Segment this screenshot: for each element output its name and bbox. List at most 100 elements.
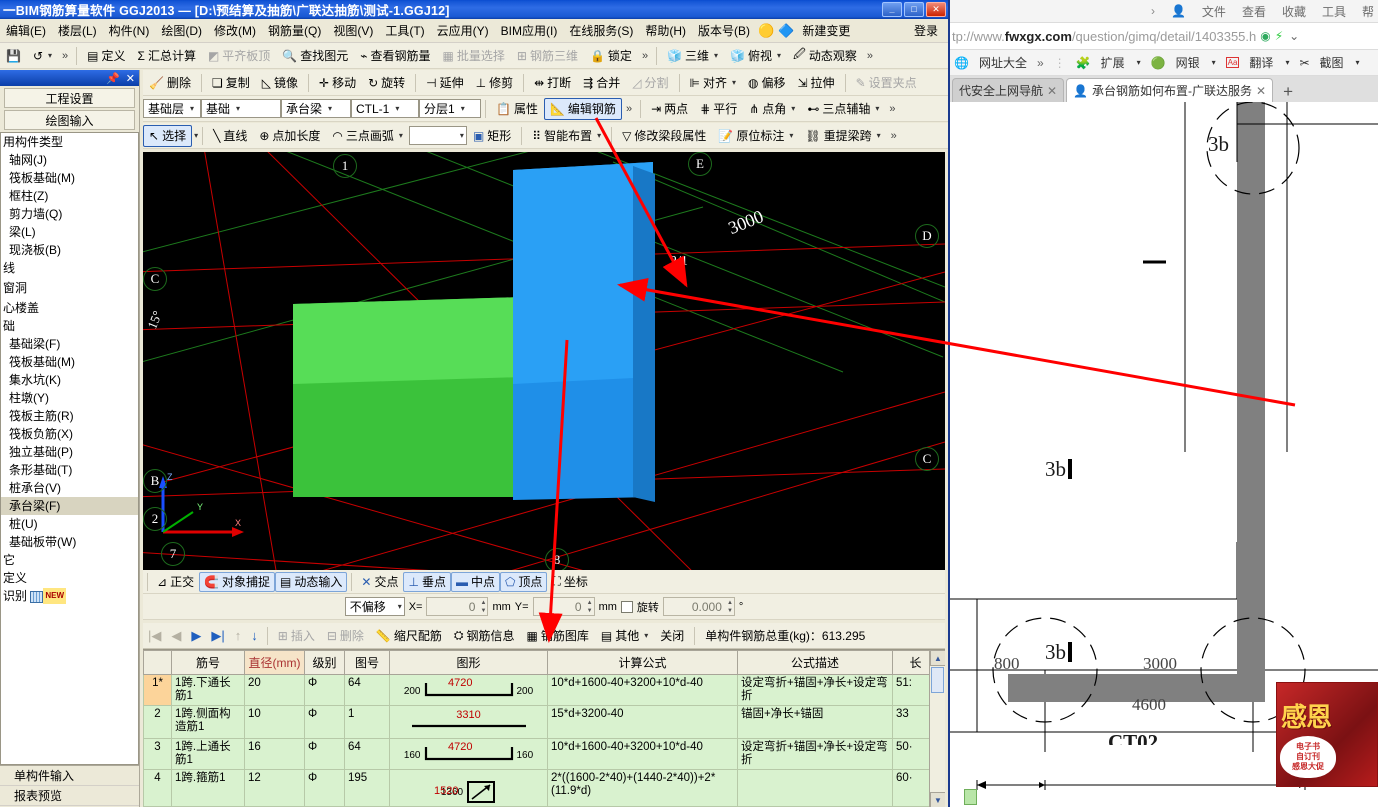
menu-item-rebar-quantity[interactable]: 钢筋量(Q)	[262, 19, 327, 42]
tree-node-water-sump[interactable]: 集水坑(K)	[1, 371, 138, 389]
new-tab-button[interactable]: +	[1275, 82, 1301, 102]
cell-grade[interactable]: Φ	[304, 769, 345, 807]
split-button[interactable]: ◿ 分割	[626, 72, 674, 94]
rotate-button[interactable]: ↻ 旋转	[362, 72, 411, 94]
point-length-button[interactable]: ⊕ 点加长度	[253, 125, 326, 147]
line-tool-button[interactable]: ╲ 直线	[207, 125, 253, 147]
cell-drawing-no[interactable]: 64	[344, 738, 390, 770]
toolbar-overflow-4[interactable]: »	[622, 103, 636, 115]
cell-drawing-no[interactable]: 64	[344, 674, 390, 706]
stretch-button[interactable]: ⇲ 拉伸	[791, 72, 840, 94]
rotate-checkbox[interactable]	[620, 600, 633, 613]
toolbar-overflow-2[interactable]: »	[638, 50, 652, 62]
table-vertical-scrollbar[interactable]: ▲ ▼	[929, 650, 945, 807]
browser-menu-tools[interactable]: 工具	[1322, 3, 1346, 20]
three-point-axis-button[interactable]: ⊷ 三点辅轴 ▾	[801, 98, 885, 120]
ad-banner[interactable]: 感恩 电子书 自订刊 感恩大促	[1276, 682, 1378, 787]
break-button[interactable]: ⇹ 打断	[528, 72, 577, 94]
define-button[interactable]: ▤ 定义	[81, 45, 131, 67]
snap-coordinate-button[interactable]: ⛶ 坐标	[547, 572, 592, 592]
component-tree[interactable]: 用构件类型 轴网(J) 筏板基础(M) 框柱(Z) 剪力墙(Q) 梁(L) 现浇…	[0, 132, 139, 765]
tree-node[interactable]: 用构件类型	[1, 133, 138, 151]
table-row[interactable]: 2 1跨.侧面构造筋1 10 Φ 1 3310 15*d+3200-40 锚固+…	[143, 705, 939, 739]
re-extract-span-button[interactable]: ⛓ 重提梁跨 ▾	[799, 125, 886, 147]
header-grade[interactable]: 级别	[304, 650, 345, 675]
rebar-library-button[interactable]: ▦ 钢筋图库	[521, 625, 595, 647]
cell-drawing-no[interactable]: 1	[344, 705, 390, 739]
x-offset-input[interactable]: 0 ▲ ▼	[426, 597, 489, 616]
tree-node-raft-main-rebar[interactable]: 筏板主筋(R)	[1, 407, 138, 425]
cell-drawing-no[interactable]: 195	[344, 769, 390, 807]
tree-node-axis-grid[interactable]: 轴网(J)	[1, 151, 138, 169]
tab-close-icon[interactable]: ✕	[1047, 84, 1057, 98]
two-point-button[interactable]: ⇥ 两点	[645, 98, 694, 120]
fav-nav-site[interactable]: 网址大全	[979, 54, 1027, 71]
dock-tab-project-settings[interactable]: 工程设置	[4, 88, 135, 108]
minimize-button[interactable]: _	[882, 2, 902, 17]
nav-last-button[interactable]: ▶|	[206, 628, 229, 644]
top-view-button[interactable]: 🧊 俯视 ▾	[724, 45, 787, 67]
browser-menu-view[interactable]: 查看	[1242, 3, 1266, 20]
table-row[interactable]: 1* 1跨.下通长筋1 20 Φ 64 200 200 4720 10*d+16…	[143, 674, 939, 706]
tree-node-raft-foundation-2[interactable]: 筏板基础(M)	[1, 353, 138, 371]
snap-intersection-button[interactable]: ✕ 交点	[356, 572, 403, 592]
menu-item-cloud[interactable]: 云应用(Y)	[431, 19, 495, 42]
header-rebar-no[interactable]: 筋号	[171, 650, 245, 675]
page-footer-chip[interactable]	[964, 789, 978, 805]
snap-ortho-button[interactable]: ⊿ 正交	[152, 572, 199, 592]
move-button[interactable]: ✛ 移动	[313, 72, 362, 94]
cell-rebar-name[interactable]: 1跨.箍筋1	[171, 769, 245, 807]
lock-button[interactable]: 🔒 锁定	[584, 45, 638, 67]
undo-button[interactable]: ↺ ▾	[27, 45, 58, 67]
mirror-button[interactable]: ◺ 镜像	[256, 72, 304, 94]
nav-prev-button[interactable]: ◀	[166, 628, 186, 644]
rectangle-tool-button[interactable]: ▣ 矩形	[467, 125, 517, 147]
toolbar-overflow-1[interactable]: »	[58, 50, 72, 62]
edit-rebar-button[interactable]: 📐 编辑钢筋	[543, 97, 622, 120]
cell-rebar-name[interactable]: 1跨.上通长筋1	[171, 738, 245, 770]
toolbar-overflow-3[interactable]: »	[863, 50, 877, 62]
cell-formula[interactable]: 2*((1600-2*40)+(1440-2*40))+2*(11.9*d)	[547, 769, 738, 807]
menu-item-help[interactable]: 帮助(H)	[639, 19, 692, 42]
tree-node-foundation-band[interactable]: 基础板带(W)	[1, 533, 138, 551]
back-chevron-icon[interactable]: ›	[1151, 4, 1155, 18]
table-row[interactable]: 4 1跨.箍筋1 12 Φ 195 1360 1520 2*((1600-2*4…	[143, 769, 939, 807]
toolbar-translate-button[interactable]: 翻译	[1249, 54, 1273, 71]
dock-close-icon[interactable]: ✕	[126, 72, 135, 85]
toolbar-screenshot-button[interactable]: 截图	[1320, 54, 1344, 71]
toolbar-extension-button[interactable]: 扩展	[1101, 54, 1125, 71]
snap-midpoint-button[interactable]: ▬ 中点	[450, 571, 500, 592]
copy-button[interactable]: ❏ 复制	[206, 72, 256, 94]
align-slab-top-button[interactable]: ◩ 平齐板顶	[202, 45, 276, 67]
tree-node-recognize[interactable]: 识别 NEW	[1, 587, 138, 605]
tree-node-cast-slab[interactable]: 现浇板(B)	[1, 241, 138, 259]
menu-item-component[interactable]: 构件(N)	[103, 19, 156, 42]
maximize-button[interactable]: □	[904, 2, 924, 17]
cell-description[interactable]: 设定弯折+锚固+净长+设定弯折	[737, 738, 893, 770]
layer-select[interactable]: 分层1 ▾	[419, 99, 481, 118]
browser-address-bar[interactable]: tp://www. fwxgx.com/question/gimq/detail/…	[950, 22, 1378, 50]
tree-node-isolated-foundation[interactable]: 独立基础(P)	[1, 443, 138, 461]
cell-grade[interactable]: Φ	[304, 705, 345, 739]
cell-rebar-name[interactable]: 1跨.下通长筋1	[171, 674, 245, 706]
delete-row-button[interactable]: ⊟ 删除	[321, 625, 370, 647]
cell-grade[interactable]: Φ	[304, 738, 345, 770]
header-description[interactable]: 公式描述	[737, 650, 893, 675]
shield-icon[interactable]: ◉	[1260, 29, 1270, 43]
browser-menu-file[interactable]: 文件	[1202, 3, 1226, 20]
cell-formula[interactable]: 10*d+1600-40+3200+10*d-40	[547, 738, 738, 770]
dock-tab-single-component-input[interactable]: 单构件输入	[0, 766, 139, 786]
dock-tab-drawing-input[interactable]: 绘图输入	[4, 110, 135, 130]
properties-button[interactable]: 📋 属性	[490, 98, 544, 120]
delete-button[interactable]: 🧹 删除	[143, 72, 197, 94]
y-offset-input[interactable]: 0 ▲ ▼	[532, 597, 595, 616]
arc-option-select[interactable]: ▾	[408, 126, 467, 145]
floor-select[interactable]: 基础层 ▾	[143, 99, 201, 118]
nav-first-button[interactable]: |◀	[143, 628, 166, 644]
nav-down-button[interactable]: ↓	[246, 628, 263, 643]
tree-node-pile-cap-beam[interactable]: 承台梁(F)	[1, 497, 138, 515]
menu-item-floor[interactable]: 楼层(L)	[52, 19, 103, 42]
select-tool-button[interactable]: ↖ 选择	[143, 124, 193, 147]
menu-item-online-service[interactable]: 在线服务(S)	[563, 19, 639, 42]
dynamic-orbit-button[interactable]: 🖉 动态观察	[787, 45, 863, 67]
